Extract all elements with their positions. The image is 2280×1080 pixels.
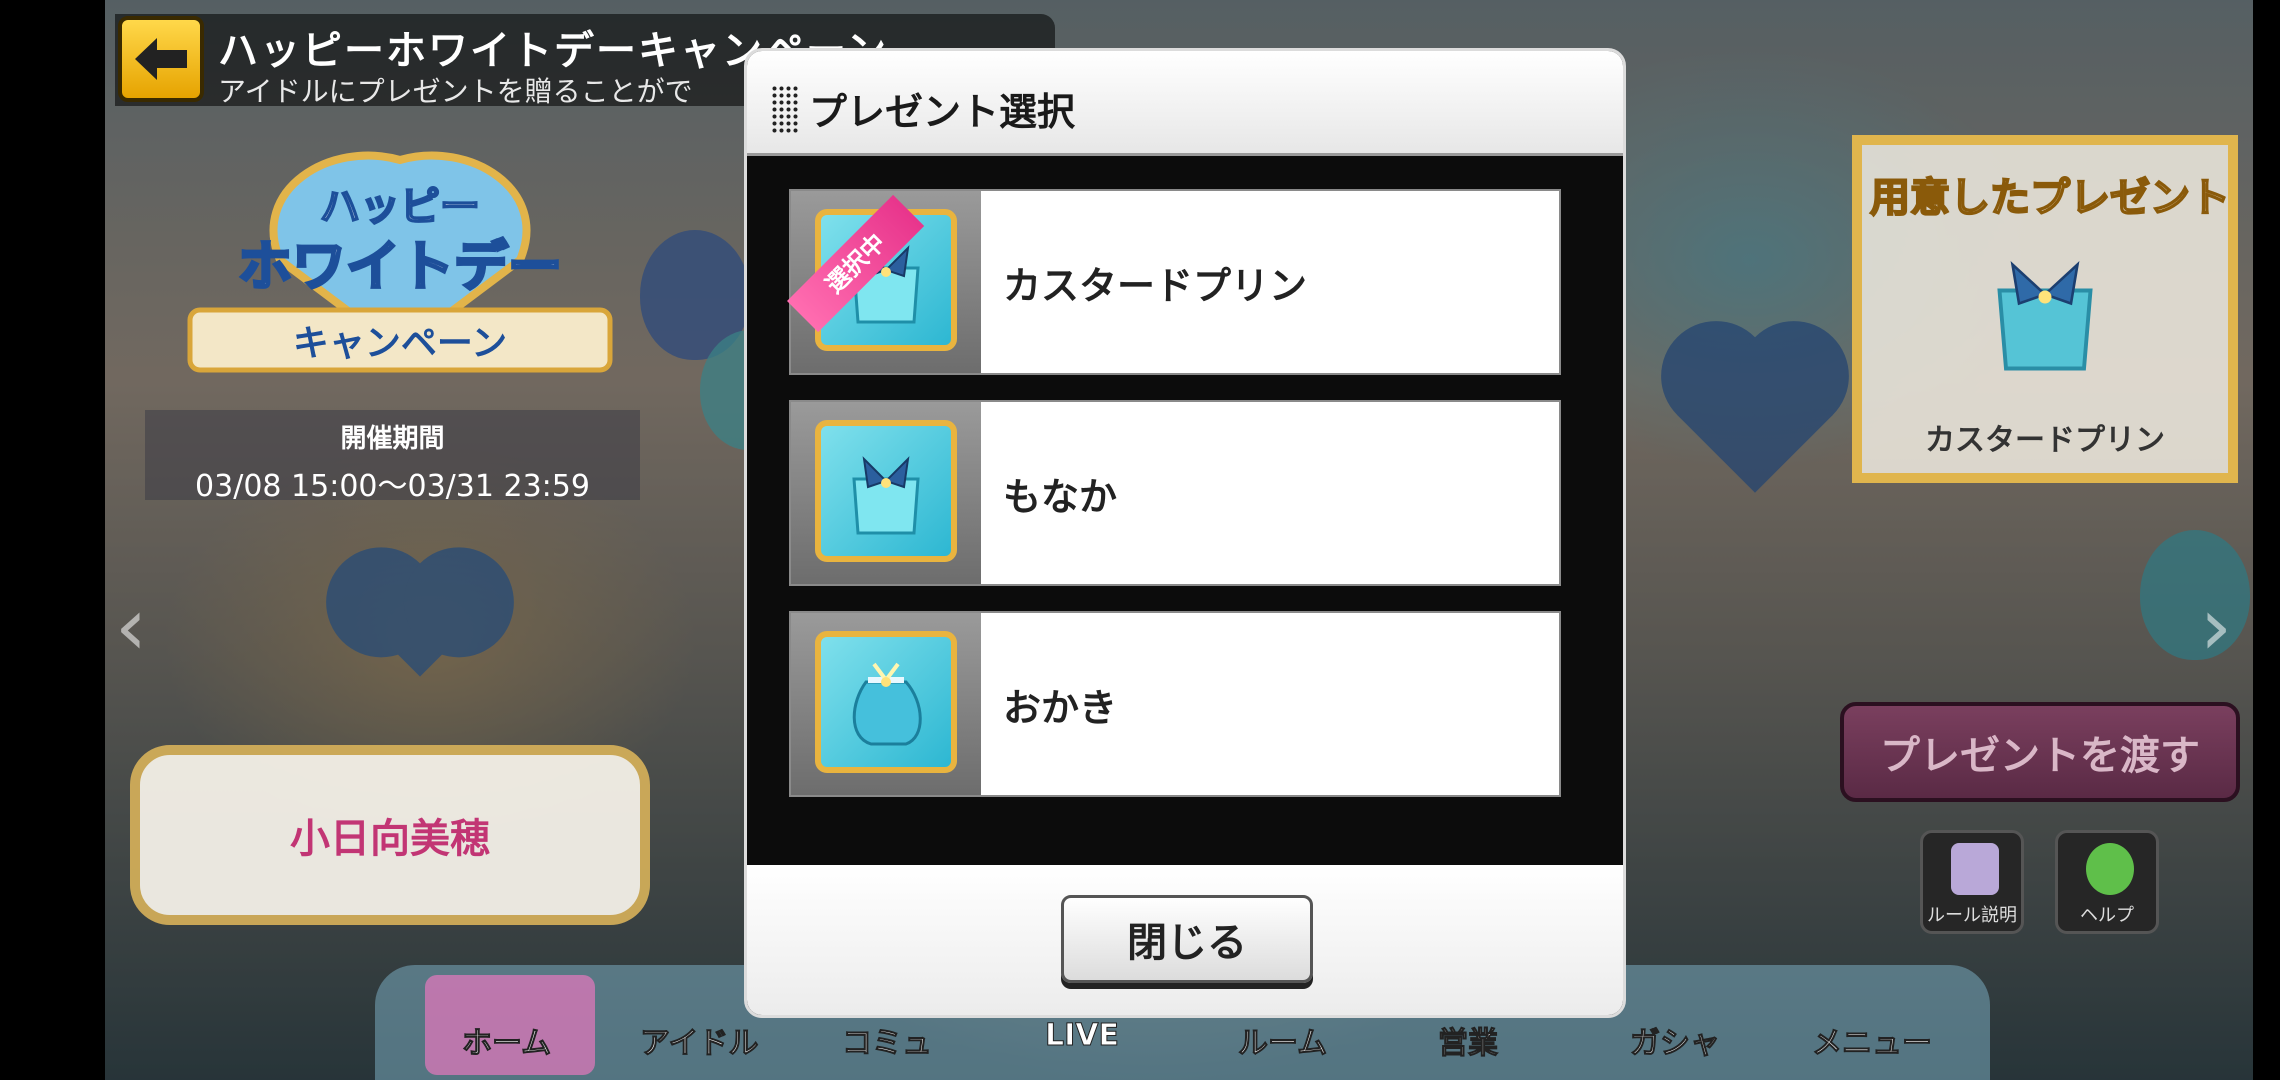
present-icon-frame (815, 631, 957, 773)
period-dates: 03/08 15:00〜03/31 23:59 (195, 469, 590, 504)
prepared-present-title: 用意したプレゼント (1869, 174, 2231, 222)
nav-item-idol[interactable]: アイドル (640, 1018, 759, 1062)
idol-name-plate: 小日向美穂 (130, 745, 650, 925)
present-option-name: カスタードプリン (1003, 264, 1308, 308)
present-option-monaka[interactable]: もなか (789, 400, 1561, 586)
prepared-present-item: カスタードプリン (1925, 423, 2165, 458)
idol-name: 小日向美穂 (290, 816, 490, 862)
logo-text-line2: ホワイトデー (238, 235, 562, 298)
present-select-dialog: プレゼント選択 選択中 カスタードプリン もなか おかき 閉じる (744, 48, 1626, 1018)
clipboard-icon (1951, 843, 1999, 895)
nav-item-room[interactable]: ルーム (1237, 1018, 1327, 1062)
present-option-custard-pudding[interactable]: 選択中 カスタードプリン (787, 189, 1561, 375)
event-period: 開催期間 03/08 15:00〜03/31 23:59 (145, 410, 640, 504)
present-option-name: もなか (1003, 475, 1118, 519)
dialog-title: プレゼント選択 (809, 90, 1076, 134)
nav-item-menu[interactable]: メニュー (1812, 1018, 1933, 1062)
gift-pouch-icon (852, 662, 922, 746)
logo-text-line3: キャンペーン (293, 323, 507, 364)
gift-bag-icon (1997, 260, 2093, 371)
rules-button-label: ルール説明 (1927, 905, 2017, 926)
period-label: 開催期間 (340, 424, 445, 454)
present-option-name: おかき (1003, 686, 1118, 730)
close-button[interactable]: 閉じる (1061, 895, 1313, 983)
letterbox-right (2253, 0, 2280, 1080)
nav-item-live[interactable]: LIVE (1045, 1018, 1120, 1054)
rules-button[interactable]: ルール説明 (1920, 830, 2024, 934)
nav-item-work[interactable]: 営業 (1438, 1018, 1499, 1062)
help-button-label: ヘルプ (2080, 905, 2134, 926)
present-thumbnail (791, 402, 981, 584)
arrow-left-icon (135, 38, 187, 80)
nav-item-gacha[interactable]: ガシャ (1630, 1018, 1721, 1062)
present-option-okaki[interactable]: おかき (789, 611, 1561, 797)
question-icon (2086, 843, 2134, 895)
letterbox-left (0, 0, 105, 1080)
gift-bag-icon (852, 456, 920, 535)
dialog-header: プレゼント選択 (747, 51, 1623, 156)
present-thumbnail (791, 613, 981, 795)
help-button[interactable]: ヘルプ (2055, 830, 2159, 934)
logo-text-line1: ハッピー (320, 184, 480, 230)
nav-item-commu[interactable]: コミュ (842, 1018, 933, 1062)
give-present-button[interactable]: プレゼントを渡す (1840, 702, 2240, 802)
chevron-left-icon[interactable]: ‹ (115, 580, 175, 680)
back-button[interactable] (118, 16, 204, 102)
dialog-footer: 閉じる (747, 865, 1623, 1015)
nav-item-home[interactable]: ホーム (461, 1018, 551, 1062)
campaign-logo: ハッピー ホワイトデー キャンペーン (187, 151, 613, 373)
present-icon-frame (815, 420, 957, 562)
page-subtitle: アイドルにプレゼントを贈ることがで (218, 75, 693, 108)
grip-icon (771, 85, 799, 133)
chevron-right-icon[interactable]: › (2200, 580, 2260, 680)
